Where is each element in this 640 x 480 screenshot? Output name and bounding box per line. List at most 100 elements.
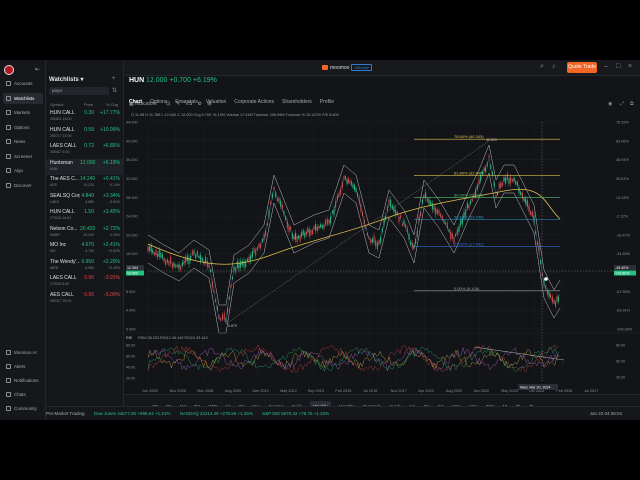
candle-body	[488, 155, 490, 159]
candle-body	[401, 223, 403, 226]
hover-date-text: Wed, Mar 20, 2024	[520, 386, 551, 390]
watchlist-title[interactable]: Watchlists ▾	[49, 76, 83, 83]
draw-icon[interactable]: ✎	[176, 101, 180, 107]
watchlist-row[interactable]: Huntsman HUN 12.000 +6.19%	[46, 158, 124, 175]
row-name: HUN CALL	[50, 209, 75, 215]
x-tick-label: Jan 2022	[474, 389, 490, 393]
indicators-button[interactable]: Indicators	[135, 101, 157, 107]
nav-item-screener[interactable]: Screener	[3, 151, 43, 162]
nav-item-alerts[interactable]: Alerts	[3, 364, 26, 369]
row-change: +2.72%	[102, 225, 120, 232]
nav-item-accounts[interactable]: Accounts	[3, 78, 43, 89]
compare-icon[interactable]: VS	[185, 101, 192, 107]
dow-index[interactable]: Dow Jones 44677.00 +998.64 +1.21%	[94, 411, 171, 416]
nav-item-markets[interactable]: Markets	[3, 107, 43, 118]
row-code: 270115 16.00	[50, 216, 72, 220]
header-price[interactable]: Price	[84, 102, 93, 107]
nav-item-watchlists[interactable]: Watchlists	[3, 92, 43, 104]
header-chg[interactable]: % Chg	[106, 102, 118, 107]
watchlist-row[interactable]: HUN CALL 250821 16.00 0.30 +17.77%	[46, 109, 124, 125]
row-price-sub: 14.220	[83, 183, 94, 187]
nav-item-algo[interactable]: Algo	[3, 165, 43, 176]
row-code: HUN	[50, 166, 58, 171]
row-price: 6.950	[81, 258, 94, 265]
quote-trade-button[interactable]: Quote Trade	[567, 62, 597, 73]
tab-shareholders[interactable]: Shareholders	[282, 99, 312, 105]
watchlist-row[interactable]: HUN CALL 270115 16.00 1.50 +3.45%	[46, 208, 124, 224]
sp500-index[interactable]: S&P 500 5975.42 +78.76 +1.33%	[262, 411, 329, 416]
popout-icon[interactable]: ⧉	[630, 101, 634, 107]
nav-item-options[interactable]: Options	[3, 122, 43, 133]
pct-tick-label: 14.23%	[616, 196, 630, 200]
rsi-right-tick: 50.00	[616, 360, 625, 364]
fullscreen-icon[interactable]: ⤢	[620, 101, 624, 107]
candle-body	[243, 260, 245, 268]
screenshot-icon[interactable]: ◉	[608, 101, 612, 107]
fib-label: 0.00% (8.108)	[454, 286, 480, 291]
candle-body	[302, 230, 304, 235]
row-price-sub: 20.420	[83, 232, 94, 237]
candle-body	[345, 175, 346, 180]
pre-market-label: Pre-Market Trading	[46, 411, 85, 416]
nav-label: Community	[14, 406, 37, 411]
settings-icon[interactable]: ⚙	[197, 101, 201, 107]
main-panel: HUN 12.000 +0.700 +6.19% Chart Options Fin…	[124, 76, 640, 413]
rsi-right-tick: 20.00	[616, 376, 625, 380]
watchlist-row[interactable]: LAES CALL 250417 6.00 0.72 +6.85%	[46, 142, 124, 158]
nav-item-community[interactable]: Community	[3, 406, 37, 411]
watchlist-row[interactable]: LAES CALL 270115 5.00 0.90 -3.91%	[46, 274, 124, 290]
tab-corporate-actions[interactable]: Corporate Actions	[234, 99, 274, 105]
minimize-icon[interactable]: –	[604, 63, 608, 70]
row-price-sub: 4.700	[85, 249, 94, 253]
indicators-icon[interactable]: ▦	[129, 101, 134, 107]
row-name: HUN CALL	[50, 110, 75, 116]
maximize-icon[interactable]: □	[616, 63, 620, 70]
candle-body	[196, 251, 198, 256]
row-code: 250821 16.00	[50, 117, 72, 121]
nav-item-news[interactable]: News	[3, 136, 43, 147]
watchlist-row[interactable]: Nelson Co... NNBR 20.420 20.420 +2.72% 0.00%	[46, 225, 124, 241]
pct-tick-label: 46.94%	[616, 158, 630, 162]
search-icon[interactable]: ⌕	[540, 63, 544, 71]
sort-icon[interactable]: ⇅	[112, 87, 117, 94]
status-bar: Pre-Market Trading Dow Jones 44677.00 +9…	[46, 406, 640, 420]
candle-body	[501, 183, 503, 186]
watchlist-row[interactable]: SEALSQ Corp LAES 4.840 4.680 +3.34% -3.51%	[46, 192, 124, 208]
letterbox-top	[0, 0, 640, 60]
add-icon[interactable]: +	[112, 76, 116, 82]
close-icon[interactable]: ×	[628, 63, 632, 70]
watchlist-row[interactable]: The AES C... AES 14.240 14.220 +0.41% -0.14%	[46, 175, 124, 191]
candle-body	[147, 246, 149, 252]
low-annotation: 0.870	[228, 324, 237, 328]
watchlist-row[interactable]: The Wendy'... WEN 6.950 6.980 +2.20% +0.43%	[46, 258, 124, 274]
price-chart[interactable]: 44.000 75.39% 40.000 63.06% 36.000 46.94% 32.0…	[124, 119, 640, 396]
nav-item-moomoo-ai[interactable]: Moomoo AI	[3, 350, 37, 355]
nasdaq-index[interactable]: NASDAQ 22214.46 +276.56 +1.26%	[180, 411, 253, 416]
watchlist-row[interactable]: MO Inc MO 4.670 4.700 +2.41% +0.64%	[46, 241, 124, 257]
header-symbol[interactable]: Symbol	[50, 102, 63, 107]
bell-icon[interactable]: ♪	[552, 63, 556, 70]
nav-item-chats[interactable]: Chats	[3, 392, 26, 397]
rsi-tick: 80.00	[126, 344, 135, 348]
row-price: 4.670	[81, 242, 94, 248]
candle-body	[321, 225, 323, 229]
watchlist-row[interactable]: HUN CALL 250717 15.00 0.58 +10.99%	[46, 126, 124, 142]
bell-icon	[6, 364, 11, 369]
nav-item-discover[interactable]: Discover	[3, 180, 43, 191]
layout-icon[interactable]: ⊞	[207, 101, 211, 107]
options-icon	[6, 124, 11, 130]
nav-item-notifications[interactable]: Notifications	[3, 378, 39, 383]
watchlist-row[interactable]: AES CALL 260417 25.00 0.95 -5.00%	[46, 291, 124, 307]
row-price: 0.72	[84, 143, 94, 149]
watchlist-group-input[interactable]: plays	[49, 87, 109, 95]
row-change-sub: +0.64%	[108, 249, 120, 253]
current-price-dot	[544, 277, 548, 281]
collapse-icon[interactable]: ⇤	[35, 66, 40, 73]
candle-body	[260, 243, 262, 249]
y-tick-label: 24.000	[126, 215, 138, 219]
crosshair-icon[interactable]: ⊡	[166, 101, 170, 107]
tab-profile[interactable]: Profile	[320, 99, 334, 105]
row-name: HUN CALL	[50, 126, 75, 133]
avatar[interactable]	[4, 65, 14, 75]
brand: moomoo Ultimate	[322, 64, 373, 71]
